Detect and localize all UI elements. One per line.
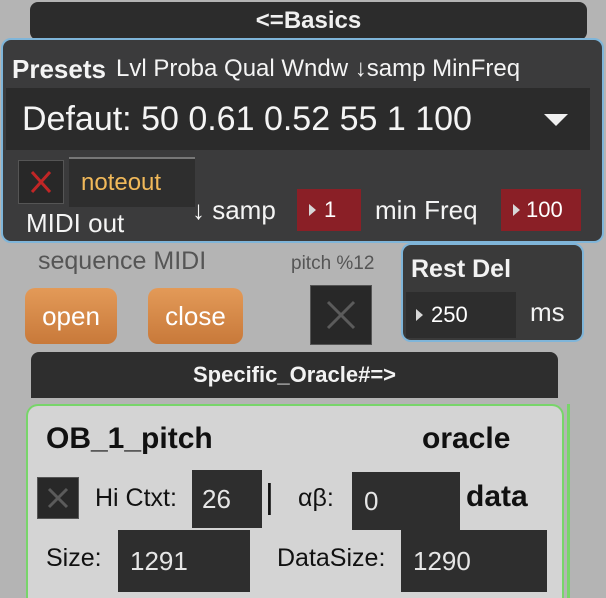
close-button[interactable]: close bbox=[148, 288, 243, 344]
oracle-toggle[interactable] bbox=[37, 477, 79, 519]
rest-del-title: Rest Del bbox=[411, 255, 512, 283]
datasize-value: 1290 bbox=[413, 545, 471, 576]
pitch-mod12-label: pitch %12 bbox=[291, 253, 375, 274]
x-icon bbox=[30, 170, 52, 194]
presets-header-row: Presets Lvl Proba Qual Wndw ↓samp MinFre… bbox=[12, 52, 520, 86]
min-freq-number[interactable]: 100 bbox=[501, 189, 581, 231]
midi-out-label: MIDI out bbox=[26, 208, 125, 238]
rest-del-unit: ms bbox=[530, 297, 565, 327]
data-label: data bbox=[466, 480, 528, 513]
rest-del-value: 250 bbox=[431, 302, 468, 327]
size-field[interactable]: 1291 bbox=[118, 530, 250, 592]
rest-del-number[interactable]: 250 bbox=[406, 292, 516, 338]
triangle-right-icon bbox=[513, 204, 520, 216]
open-button-label: open bbox=[42, 300, 100, 331]
close-button-label: close bbox=[165, 300, 226, 331]
pitch-mod12-toggle[interactable] bbox=[310, 285, 372, 345]
min-freq-label: min Freq bbox=[375, 195, 478, 225]
alpha-beta-label: αβ: bbox=[298, 484, 334, 512]
size-label: Size: bbox=[46, 544, 102, 572]
specific-oracle-label: Specific_Oracle#=> bbox=[192, 362, 397, 387]
presets-selected: Defaut: 50 0.61 0.52 55 1 100 bbox=[22, 99, 472, 138]
min-freq-value: 100 bbox=[526, 197, 563, 222]
sequence-midi-label: sequence MIDI bbox=[38, 247, 207, 275]
datasize-field[interactable]: 1290 bbox=[401, 530, 547, 592]
specific-oracle-button[interactable]: Specific_Oracle#=> bbox=[31, 352, 558, 398]
basics-button[interactable]: <=Basics bbox=[30, 2, 587, 40]
samp-label: ↓ samp bbox=[192, 195, 276, 225]
triangle-down-icon bbox=[544, 114, 568, 126]
hi-ctxt-field[interactable]: 26 bbox=[192, 470, 262, 528]
oracle-name: OB_1_pitch bbox=[46, 422, 213, 455]
presets-dropdown[interactable]: Defaut: 50 0.61 0.52 55 1 100 bbox=[6, 88, 590, 150]
midi-out-toggle[interactable] bbox=[18, 160, 64, 204]
size-value: 1291 bbox=[130, 545, 188, 576]
hi-ctxt-label: Hi Ctxt: bbox=[95, 484, 177, 512]
x-icon bbox=[326, 300, 356, 330]
alpha-beta-field[interactable]: 0 bbox=[352, 472, 460, 530]
triangle-right-icon bbox=[309, 204, 316, 216]
separator: | bbox=[265, 478, 274, 516]
oracle-panel-edge bbox=[567, 404, 570, 598]
x-icon bbox=[47, 487, 69, 509]
noteout-object[interactable]: noteout bbox=[69, 157, 195, 207]
open-button[interactable]: open bbox=[25, 288, 117, 344]
triangle-right-icon bbox=[416, 309, 423, 321]
presets-columns: Lvl Proba Qual Wndw ↓samp MinFreq bbox=[115, 55, 521, 82]
hi-ctxt-value: 26 bbox=[202, 483, 231, 514]
samp-value: 1 bbox=[324, 197, 337, 222]
alpha-beta-value: 0 bbox=[364, 485, 379, 516]
oracle-label: oracle bbox=[422, 422, 511, 455]
presets-title: Presets bbox=[12, 53, 106, 84]
noteout-label: noteout bbox=[81, 169, 162, 196]
basics-button-label: <=Basics bbox=[255, 7, 362, 34]
datasize-label: DataSize: bbox=[277, 544, 386, 572]
samp-number[interactable]: 1 bbox=[297, 189, 361, 231]
